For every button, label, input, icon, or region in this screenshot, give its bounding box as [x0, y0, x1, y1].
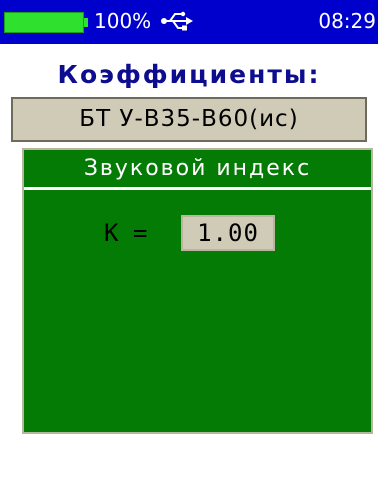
panel-header[interactable]: Звуковой индекс [24, 150, 371, 190]
k-label: К = [104, 219, 148, 247]
material-selector[interactable]: БТ У-В35-В60(ис) [11, 97, 367, 142]
page-title: Коэффициенты: [57, 60, 321, 89]
k-value-field[interactable]: 1.00 [181, 215, 275, 251]
clock: 08:29 [318, 9, 376, 33]
coefficient-panel: Звуковой индекс К = 1.00 [22, 148, 373, 434]
battery-percent: 100% [94, 9, 152, 33]
battery-tip [84, 18, 88, 27]
status-bar: 100% 08:29 [0, 0, 378, 44]
usb-icon [160, 11, 194, 31]
battery-icon [4, 12, 88, 33]
battery-fill [4, 12, 84, 33]
k-row: К = 1.00 [24, 213, 371, 253]
